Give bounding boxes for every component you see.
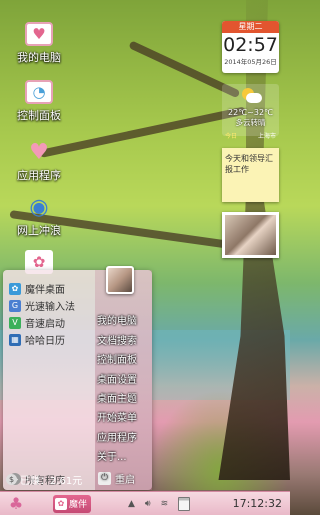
desktop-icon-browser[interactable]: ◉ 网上冲浪 — [6, 195, 72, 238]
menu-item-apps[interactable]: 应用程序 — [97, 429, 149, 444]
weather-widget[interactable]: 22℃~32℃ 多云转晴 今日 上海市 — [222, 84, 279, 140]
power-icon: ⏻ — [98, 471, 111, 485]
taskbar-app-modesk[interactable]: ✿ 魔伴 — [53, 494, 91, 513]
clock-weekday: 星期二 — [222, 21, 279, 33]
desktop-icon-label: 应用程序 — [17, 169, 61, 182]
sticky-note-text: 今天和领导汇报工作 — [225, 154, 273, 174]
taskbar: ♣ ✿ 魔伴 ▲ 🔊︎ ≋ 17:12:32 — [0, 491, 290, 515]
battery-icon[interactable] — [178, 497, 191, 511]
input-method-icon: G — [9, 299, 21, 312]
photo-widget[interactable] — [222, 212, 279, 258]
program-item[interactable]: G 光速输入法 — [9, 297, 91, 314]
clock-time: 02:57 — [223, 34, 278, 56]
menu-item-doc-search[interactable]: 文档搜索 — [97, 332, 149, 347]
restart-button[interactable]: ⏻ 重启 — [98, 470, 148, 486]
program-item[interactable]: ✿ 魔伴桌面 — [9, 280, 91, 297]
earnings-text: 已赚：2.61元 — [20, 475, 83, 487]
desktop-icon-apps[interactable]: ♥ 应用程序 — [6, 140, 72, 183]
volume-icon[interactable]: 🔊︎ — [145, 499, 151, 509]
apps-icon: ♥ — [29, 139, 49, 165]
program-item[interactable]: ▦ 哈哈日历 — [9, 331, 91, 348]
desktop-icon-label: 我的电脑 — [17, 51, 61, 64]
photo-image — [225, 215, 276, 255]
weather-condition: 多云转晴 — [235, 118, 266, 127]
system-tray: ▲ 🔊︎ ≋ — [128, 492, 191, 515]
browser-icon: ◉ — [29, 194, 49, 220]
modesk-icon: ✿ — [55, 497, 67, 510]
clock-date: 2014年05月26日 — [224, 58, 277, 66]
desktop-icon-my-computer[interactable]: ♥ 我的电脑 — [6, 22, 72, 65]
tray-expand-icon[interactable]: ▲ — [128, 499, 135, 509]
desktop-icon-label: 控制面板 — [17, 109, 61, 122]
desktop-icon-label: 网上冲浪 — [17, 224, 61, 237]
menu-item-my-computer[interactable]: 我的电脑 — [97, 312, 149, 327]
wifi-icon[interactable]: ≋ — [161, 499, 169, 509]
sticky-note-widget[interactable]: 今天和领导汇报工作 — [222, 148, 279, 202]
weather-day: 今日 — [225, 133, 238, 140]
weather-temp: 22℃~32℃ — [227, 108, 274, 117]
start-button[interactable]: ♣ — [5, 493, 27, 515]
clover-icon: ♣ — [8, 494, 24, 513]
program-item[interactable]: V 音速启动 — [9, 314, 91, 331]
calendar-icon: ▦ — [9, 333, 21, 346]
modesk-icon: ✿ — [9, 282, 21, 295]
menu-item-desktop-settings[interactable]: 桌面设置 — [97, 371, 149, 386]
control-panel-icon: ◔ — [25, 80, 53, 104]
launcher-icon: V — [9, 316, 21, 329]
desktop-icon-control-panel[interactable]: ◔ 控制面板 — [6, 80, 72, 123]
menu-item-control-panel[interactable]: 控制面板 — [97, 351, 149, 366]
menu-item-about[interactable]: 关于... — [97, 448, 149, 463]
weather-city: 上海市 — [257, 133, 276, 140]
menu-item-start-menu[interactable]: 开始菜单 — [97, 409, 149, 424]
clock-widget[interactable]: 星期二 02:57 2014年05月26日 — [222, 21, 279, 73]
taskbar-clock[interactable]: 17:12:32 — [233, 492, 282, 515]
partly-cloudy-icon — [240, 88, 262, 104]
computer-icon: ♥ — [25, 22, 53, 46]
user-avatar[interactable] — [106, 266, 134, 294]
menu-item-desktop-theme[interactable]: 桌面主题 — [97, 390, 149, 405]
coin-icon: $ — [6, 473, 17, 485]
